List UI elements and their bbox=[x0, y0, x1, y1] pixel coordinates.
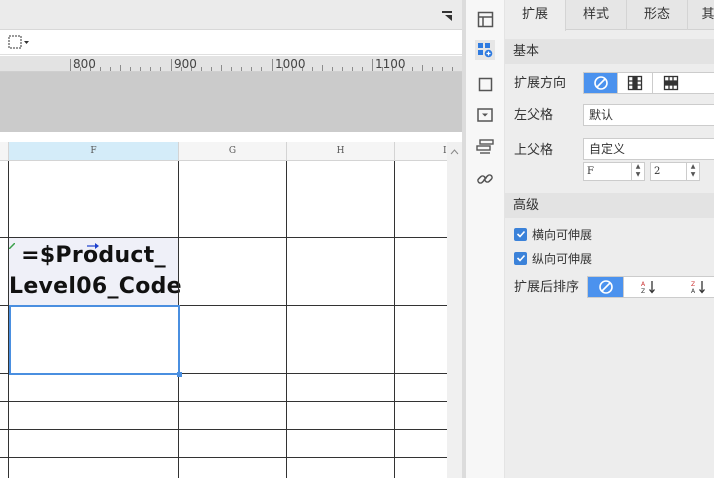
expand-direction-label: 扩展方向 bbox=[514, 76, 567, 91]
column-header-f[interactable]: F bbox=[9, 142, 179, 161]
checkbox-checked-icon[interactable] bbox=[514, 227, 527, 241]
widget-icon[interactable] bbox=[475, 105, 495, 125]
ruler-label: 800 bbox=[73, 57, 96, 71]
horizontal-expand-option[interactable]: 横向可伸展 bbox=[514, 226, 592, 242]
section-basic[interactable]: 基本 bbox=[505, 39, 714, 64]
horizontal-ruler: 800 900 1000 1100 bbox=[0, 56, 462, 72]
top-parent-column-value: F bbox=[587, 166, 594, 177]
svg-text:Z: Z bbox=[641, 288, 645, 295]
ruler-label: 900 bbox=[174, 57, 197, 71]
property-icon-bar bbox=[466, 0, 505, 478]
left-parent-select[interactable]: 默认 bbox=[583, 104, 714, 126]
svg-text:A: A bbox=[641, 281, 646, 288]
link-icon[interactable] bbox=[475, 169, 495, 189]
hyperlink-stack-icon[interactable] bbox=[475, 137, 495, 157]
no-sort-button[interactable] bbox=[588, 277, 624, 297]
ruler-label: 1000 bbox=[275, 57, 306, 71]
cell-formula-text: =$Product_ Level06_Code bbox=[9, 240, 182, 302]
column-header-h[interactable]: H bbox=[287, 142, 395, 161]
tab-other[interactable]: 其 bbox=[688, 0, 714, 30]
svg-text:A: A bbox=[691, 288, 696, 295]
tab-style[interactable]: 样式 bbox=[566, 0, 627, 30]
border-dropdown-icon[interactable] bbox=[8, 35, 30, 49]
svg-text:Z: Z bbox=[691, 281, 695, 288]
sort-descending-button[interactable]: ZA bbox=[674, 277, 714, 297]
cell-element-icon[interactable] bbox=[475, 9, 495, 29]
top-parent-label: 上父格 bbox=[514, 143, 554, 158]
editor-toolbar bbox=[0, 30, 462, 55]
tab-form[interactable]: 形态 bbox=[627, 0, 688, 30]
formula-line-2: Level06_Code bbox=[9, 274, 182, 299]
sort-after-expand-label: 扩展后排序 bbox=[514, 280, 580, 295]
scroll-up-icon[interactable] bbox=[450, 144, 459, 155]
column-header-i[interactable]: I bbox=[395, 142, 447, 161]
expand-icon[interactable] bbox=[475, 40, 495, 60]
no-expand-button[interactable] bbox=[584, 73, 618, 93]
checkbox-checked-icon[interactable] bbox=[514, 251, 527, 265]
section-advanced[interactable]: 高级 bbox=[505, 193, 714, 218]
top-parent-row-input[interactable]: 2 ▲ ▼ bbox=[650, 162, 700, 181]
property-panel: 扩展 样式 形态 其 基本 扩展方向 左父格 默认 上父格 自定义 F ▲ ▼ 2… bbox=[505, 0, 714, 478]
top-parent-column-input[interactable]: F ▲ ▼ bbox=[583, 162, 645, 181]
vertical-expand-label: 纵向可伸展 bbox=[532, 251, 593, 266]
vertical-expand-button[interactable] bbox=[618, 73, 653, 93]
horizontal-expand-label: 横向可伸展 bbox=[532, 227, 593, 242]
editor-top-strip bbox=[0, 0, 462, 30]
horizontal-expand-button[interactable] bbox=[653, 73, 688, 93]
top-parent-row-value: 2 bbox=[654, 166, 661, 177]
column-header-stub bbox=[0, 142, 9, 161]
expand-direction-toggle bbox=[583, 72, 714, 94]
canvas-background bbox=[0, 72, 462, 132]
panel-tabs: 扩展 样式 形态 其 bbox=[505, 0, 714, 31]
vertical-scrollbar[interactable] bbox=[447, 142, 462, 478]
column-stepper[interactable]: ▲ ▼ bbox=[631, 163, 644, 180]
column-header-g[interactable]: G bbox=[179, 142, 287, 161]
ruler-label: 1100 bbox=[375, 57, 406, 71]
expand-marker-icon bbox=[8, 238, 16, 250]
collapse-icon[interactable] bbox=[441, 10, 453, 22]
fill-handle[interactable] bbox=[177, 372, 182, 377]
sort-ascending-button[interactable]: AZ bbox=[624, 277, 674, 297]
tab-expand[interactable]: 扩展 bbox=[505, 0, 566, 31]
row-stepper[interactable]: ▲ ▼ bbox=[686, 163, 699, 180]
left-parent-label: 左父格 bbox=[514, 108, 554, 123]
top-parent-select[interactable]: 自定义 bbox=[583, 138, 714, 160]
cell-style-icon[interactable] bbox=[475, 74, 495, 94]
spreadsheet-grid[interactable]: F G H I =$Product_ Level06_Code bbox=[0, 142, 447, 478]
sort-toggle: AZ ZA bbox=[587, 276, 714, 298]
vertical-expand-option[interactable]: 纵向可伸展 bbox=[514, 250, 592, 266]
selected-cell[interactable] bbox=[9, 305, 180, 375]
expand-arrow-icon bbox=[87, 238, 99, 249]
